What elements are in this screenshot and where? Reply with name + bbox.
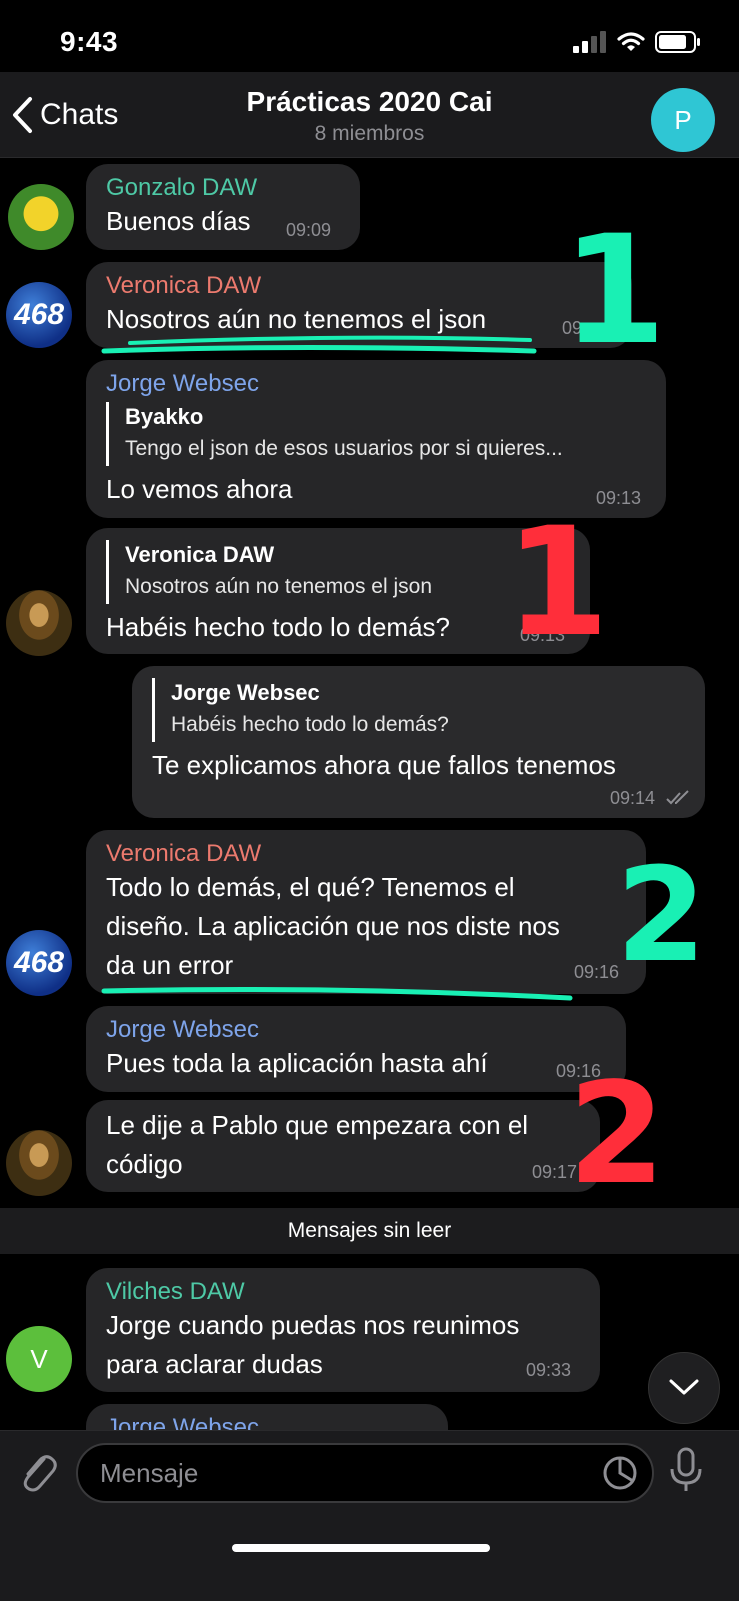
message-text-line: Jorge cuando puedas nos reunimos [106, 1310, 520, 1340]
reply-quote[interactable]: Jorge Websec Habéis hecho todo lo demás? [152, 678, 449, 742]
chat-member-count: 8 miembros [314, 122, 425, 145]
message-time: 09:13 [520, 625, 566, 645]
battery-icon [655, 31, 700, 53]
avatar-mona[interactable] [6, 1130, 72, 1196]
message-text: Nosotros aún no tenemos el json [106, 304, 487, 334]
message-text-line: Le dije a Pablo que empezara con el [106, 1110, 529, 1140]
message-bubble-outgoing[interactable]: Jorge Websec Habéis hecho todo lo demás?… [132, 666, 705, 818]
double-check-icon [666, 790, 689, 805]
reply-text: Habéis hecho todo lo demás? [171, 713, 449, 736]
message-sender: Jorge Websec [106, 370, 259, 397]
status-time: 9:43 [60, 26, 119, 57]
group-avatar[interactable]: P [651, 88, 715, 152]
message-text: Pues toda la aplicación hasta ahí [106, 1048, 488, 1078]
message-text: Buenos días [106, 206, 251, 236]
message-input-placeholder: Mensaje [100, 1458, 199, 1488]
reply-sender: Byakko [125, 404, 204, 429]
avatar-veronica[interactable]: 468 [6, 282, 72, 348]
avatar-gonzalo[interactable] [8, 184, 74, 250]
avatar-vilches[interactable]: V [6, 1326, 72, 1392]
avatar-mona[interactable] [6, 590, 72, 656]
avatar-veronica[interactable]: 468 [6, 930, 72, 996]
message-time: 09:17 [532, 1162, 578, 1182]
message-sender: Jorge Websec [106, 1016, 259, 1043]
reply-text: Nosotros aún no tenemos el json [125, 575, 433, 598]
message-time: 09:09 [286, 220, 332, 240]
message-text-line: diseño. La aplicación que nos diste nos [106, 911, 560, 941]
message-bubble[interactable]: Gonzalo DAW Buenos días 09:09 [86, 164, 360, 250]
microphone-icon[interactable] [668, 1447, 704, 1495]
message-bubble[interactable]: Veronica DAW Nosotros aún no tenemos el … [86, 528, 590, 654]
reply-sender: Jorge Websec [171, 680, 320, 705]
message-bubble[interactable]: Vilches DAW Jorge cuando puedas nos reun… [86, 1268, 600, 1392]
message-time: 09:33 [526, 1360, 572, 1380]
message-text-line: para aclarar dudas [106, 1349, 323, 1379]
message-bubble[interactable]: Jorge Websec Pues toda la aplicación has… [86, 1006, 626, 1092]
message-text: Habéis hecho todo lo demás? [106, 612, 451, 642]
message-bubble[interactable]: Jorge Websec Byakko Tengo el json de eso… [86, 360, 666, 518]
unread-divider: Mensajes sin leer [0, 1208, 739, 1254]
message-bubble[interactable]: Le dije a Pablo que empezara con el códi… [86, 1100, 600, 1192]
message-text-line: da un error [106, 950, 234, 980]
reply-quote[interactable]: Veronica DAW Nosotros aún no tenemos el … [106, 540, 432, 604]
chevron-down-icon [669, 1379, 699, 1395]
message-text: Lo vemos ahora [106, 474, 293, 504]
sticker-icon[interactable] [602, 1455, 638, 1491]
composer-bar: Mensaje [0, 1430, 739, 1601]
chat-header: Chats Prácticas 2020 Cai 8 miembros P [0, 72, 739, 158]
message-time: 09:14 [610, 788, 656, 808]
message-bubble[interactable]: Veronica DAW Nosotros aún no tenemos el … [86, 262, 632, 348]
signal-icon [573, 31, 606, 53]
message-sender: Veronica DAW [106, 272, 262, 299]
message-sender: Vilches DAW [106, 1278, 245, 1305]
message-text-line: código [106, 1149, 183, 1179]
reply-quote[interactable]: Byakko Tengo el json de esos usuarios po… [106, 402, 563, 466]
message-time: 09:16 [556, 1061, 602, 1081]
wifi-icon [617, 32, 645, 51]
status-icons [573, 30, 701, 54]
message-sender: Veronica DAW [106, 840, 262, 867]
message-text-line: Todo lo demás, el qué? Tenemos el [106, 872, 515, 902]
home-indicator [232, 1544, 490, 1552]
message-input[interactable]: Mensaje [76, 1443, 654, 1503]
message-text: Te explicamos ahora que fallos tenemos [152, 750, 616, 780]
message-sender: Gonzalo DAW [106, 174, 258, 201]
reply-text: Tengo el json de esos usuarios por si qu… [125, 437, 563, 460]
reply-sender: Veronica DAW [125, 542, 275, 567]
message-time: 09:16 [574, 962, 620, 982]
chat-title[interactable]: Prácticas 2020 Cai [0, 86, 739, 118]
message-time: 09:13 [596, 488, 642, 508]
scroll-down-button[interactable] [648, 1352, 720, 1424]
message-bubble[interactable]: Veronica DAW Todo lo demás, el qué? Tene… [86, 830, 646, 994]
message-time: 09 [562, 318, 583, 338]
paperclip-icon[interactable] [18, 1449, 58, 1493]
